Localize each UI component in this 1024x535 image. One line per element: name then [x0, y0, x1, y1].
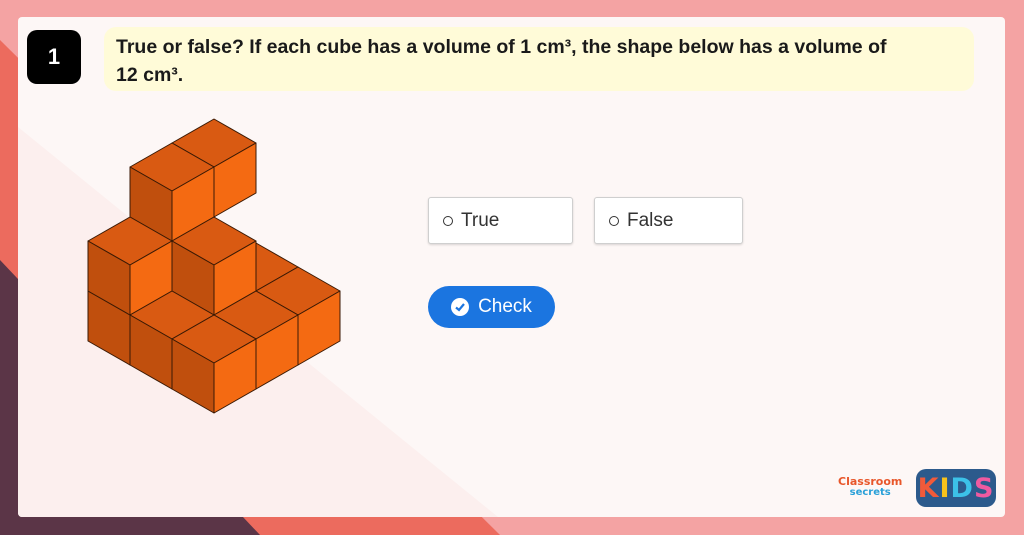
option-false-label: False [627, 209, 674, 231]
kids-logo: K I D S [916, 469, 996, 507]
classroom-secrets-logo: Classroom secrets [838, 476, 902, 498]
option-true-label: True [461, 209, 500, 231]
radio-icon[interactable] [609, 215, 619, 226]
check-button[interactable]: Check [428, 286, 555, 328]
option-false[interactable]: False [594, 197, 743, 244]
option-true[interactable]: True [428, 197, 573, 244]
kids-letter-k: K [917, 472, 940, 504]
checkmark-icon [451, 298, 470, 316]
radio-icon[interactable] [443, 215, 453, 226]
logo-secrets-text: secrets [849, 487, 891, 498]
kids-letter-d: D [950, 472, 974, 504]
kids-letter-s: S [973, 472, 995, 504]
check-button-label: Check [478, 296, 532, 317]
cube-shape-illustration [87, 118, 341, 414]
logo-classroom-text: Classroom [838, 475, 903, 488]
kids-letter-i: I [939, 472, 951, 504]
